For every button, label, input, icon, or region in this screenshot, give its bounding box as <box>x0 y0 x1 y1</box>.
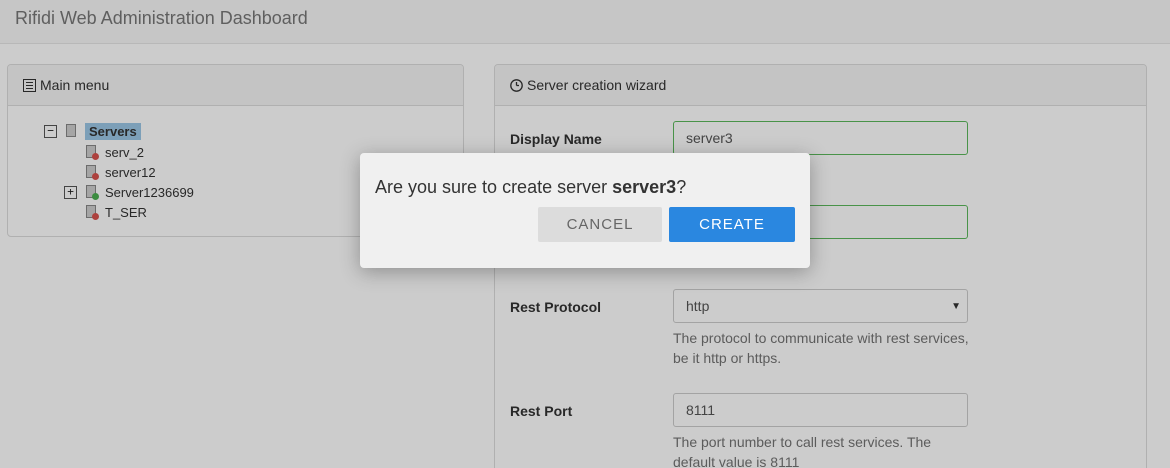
confirm-server-name: server3 <box>612 177 677 197</box>
confirm-message-prefix: Are you sure to create server <box>375 177 613 197</box>
confirm-dialog: Are you sure to create server server3? C… <box>360 153 810 268</box>
create-button[interactable]: CREATE <box>669 207 795 242</box>
confirm-message-suffix: ? <box>676 177 687 197</box>
cancel-button[interactable]: CANCEL <box>538 207 662 242</box>
confirm-message: Are you sure to create server server3? <box>375 177 686 198</box>
